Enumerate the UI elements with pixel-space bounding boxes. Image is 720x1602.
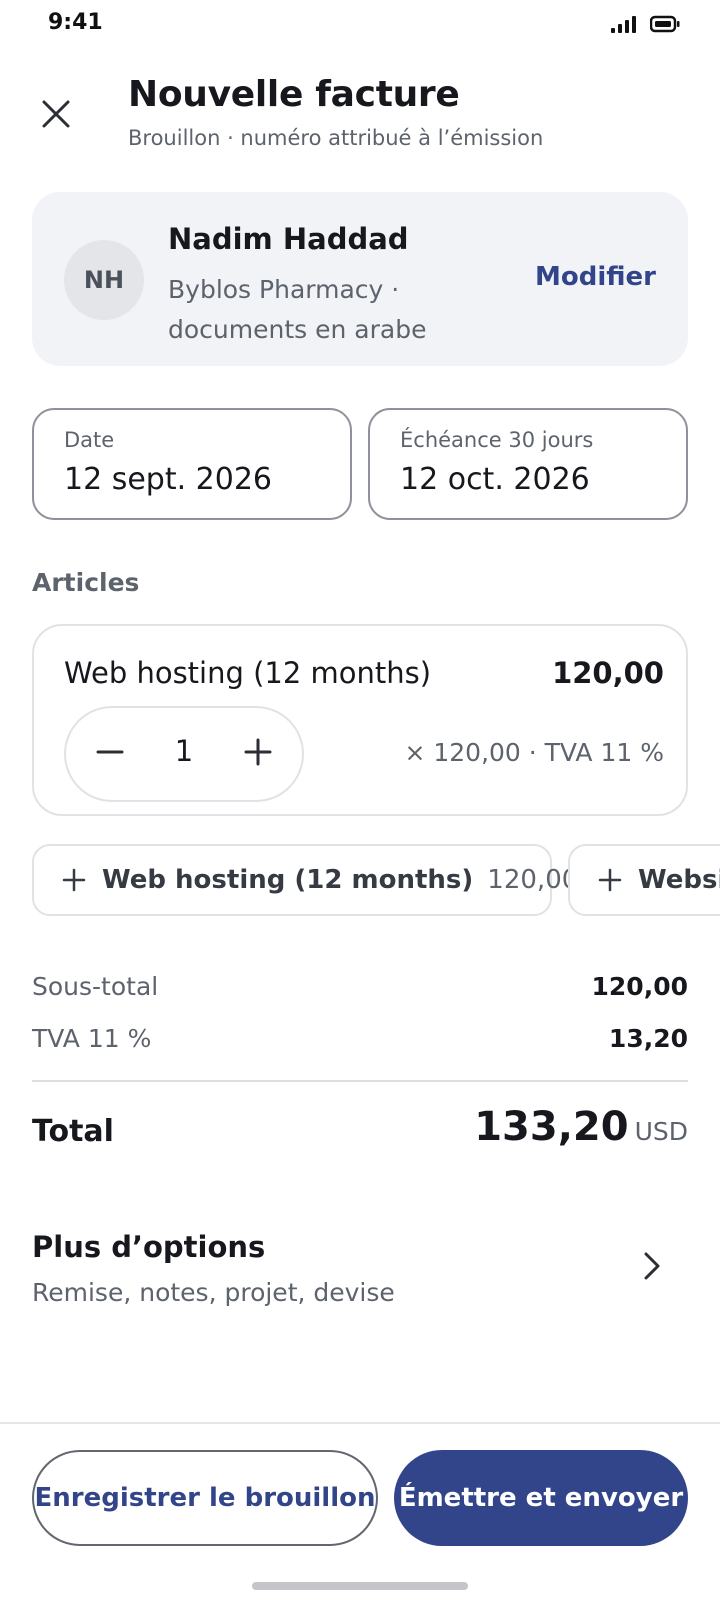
- increase-quantity-button[interactable]: [234, 730, 282, 778]
- line-item-price-info: × 120,00 · TVA 11 %: [404, 738, 664, 767]
- suggested-item-price: 120,00: [487, 865, 579, 895]
- chevron-right-icon: [636, 1250, 668, 1282]
- avatar: NH: [64, 240, 144, 320]
- bottom-action-bar: Enregistrer le brouillon Émettre et envo…: [0, 1422, 720, 1602]
- page-subtitle: Brouillon · numéro attribué à l’émission: [128, 126, 544, 150]
- date-field[interactable]: Date 12 sept. 2026: [32, 408, 352, 520]
- due-date-label: Échéance 30 jours: [400, 428, 594, 452]
- line-item-name: Web hosting (12 months): [64, 656, 432, 690]
- due-date-field[interactable]: Échéance 30 jours 12 oct. 2026: [368, 408, 688, 520]
- date-value: 12 sept. 2026: [64, 462, 273, 497]
- suggested-items: Web hosting (12 months) 120,00 Websi: [32, 844, 720, 916]
- battery-icon: [649, 15, 680, 37]
- client-name: Nadim Haddad: [168, 222, 409, 256]
- plus-icon: [598, 868, 622, 892]
- quantity-stepper: 1: [64, 706, 304, 802]
- suggested-item-chip[interactable]: Websi: [568, 844, 720, 916]
- total-currency: USD: [634, 1117, 688, 1146]
- suggested-item-name: Websi: [638, 865, 720, 895]
- line-item-card[interactable]: Web hosting (12 months) 120,00 1 × 120,0…: [32, 624, 688, 816]
- subtotal-label: Sous-total: [32, 972, 159, 1001]
- minus-icon: [95, 737, 125, 771]
- tva-label: TVA 11 %: [32, 1024, 152, 1053]
- more-options-row[interactable]: Plus d’options Remise, notes, projet, de…: [0, 1210, 720, 1320]
- suggested-item-name: Web hosting (12 months): [102, 865, 474, 895]
- more-options-title: Plus d’options: [32, 1230, 266, 1264]
- more-options-subtitle: Remise, notes, projet, devise: [32, 1278, 395, 1307]
- page-title: Nouvelle facture: [128, 74, 460, 115]
- total-label: Total: [32, 1114, 114, 1149]
- quantity-value: 1: [174, 734, 194, 768]
- client-detail: Byblos Pharmacy · documents en arabe: [168, 275, 427, 344]
- line-item-amount: 120,00: [552, 656, 664, 690]
- subtotal-row: Sous-total 120,00: [32, 972, 688, 1008]
- decrease-quantity-button[interactable]: [86, 730, 134, 778]
- save-draft-button[interactable]: Enregistrer le brouillon: [32, 1450, 378, 1546]
- plus-icon: [243, 737, 273, 771]
- divider: [32, 1080, 688, 1082]
- status-icons: [610, 14, 680, 38]
- tva-value: 13,20: [608, 1024, 688, 1053]
- issue-and-send-button[interactable]: Émettre et envoyer: [394, 1450, 688, 1546]
- due-date-value: 12 oct. 2026: [400, 462, 590, 497]
- date-label: Date: [64, 428, 115, 452]
- subtotal-value: 120,00: [591, 972, 688, 1001]
- status-time: 9:41: [48, 10, 103, 35]
- total-amount: 133,20: [474, 1104, 629, 1150]
- home-indicator: [252, 1582, 468, 1590]
- header: Nouvelle facture Brouillon · numéro attr…: [0, 70, 720, 160]
- signal-icon: [610, 14, 636, 38]
- close-button[interactable]: [30, 90, 82, 142]
- articles-section-title: Articles: [32, 568, 140, 597]
- tva-row: TVA 11 % 13,20: [32, 1024, 688, 1060]
- client-card: NH Nadim Haddad Byblos Pharmacy · docume…: [32, 192, 688, 366]
- total-value: 133,20 USD: [474, 1104, 688, 1150]
- suggested-item-chip[interactable]: Web hosting (12 months) 120,00: [32, 844, 578, 916]
- plus-icon: [62, 868, 86, 892]
- close-icon: [40, 98, 72, 134]
- status-bar: 9:41: [0, 0, 720, 48]
- modify-client-button[interactable]: Modifier: [535, 262, 656, 292]
